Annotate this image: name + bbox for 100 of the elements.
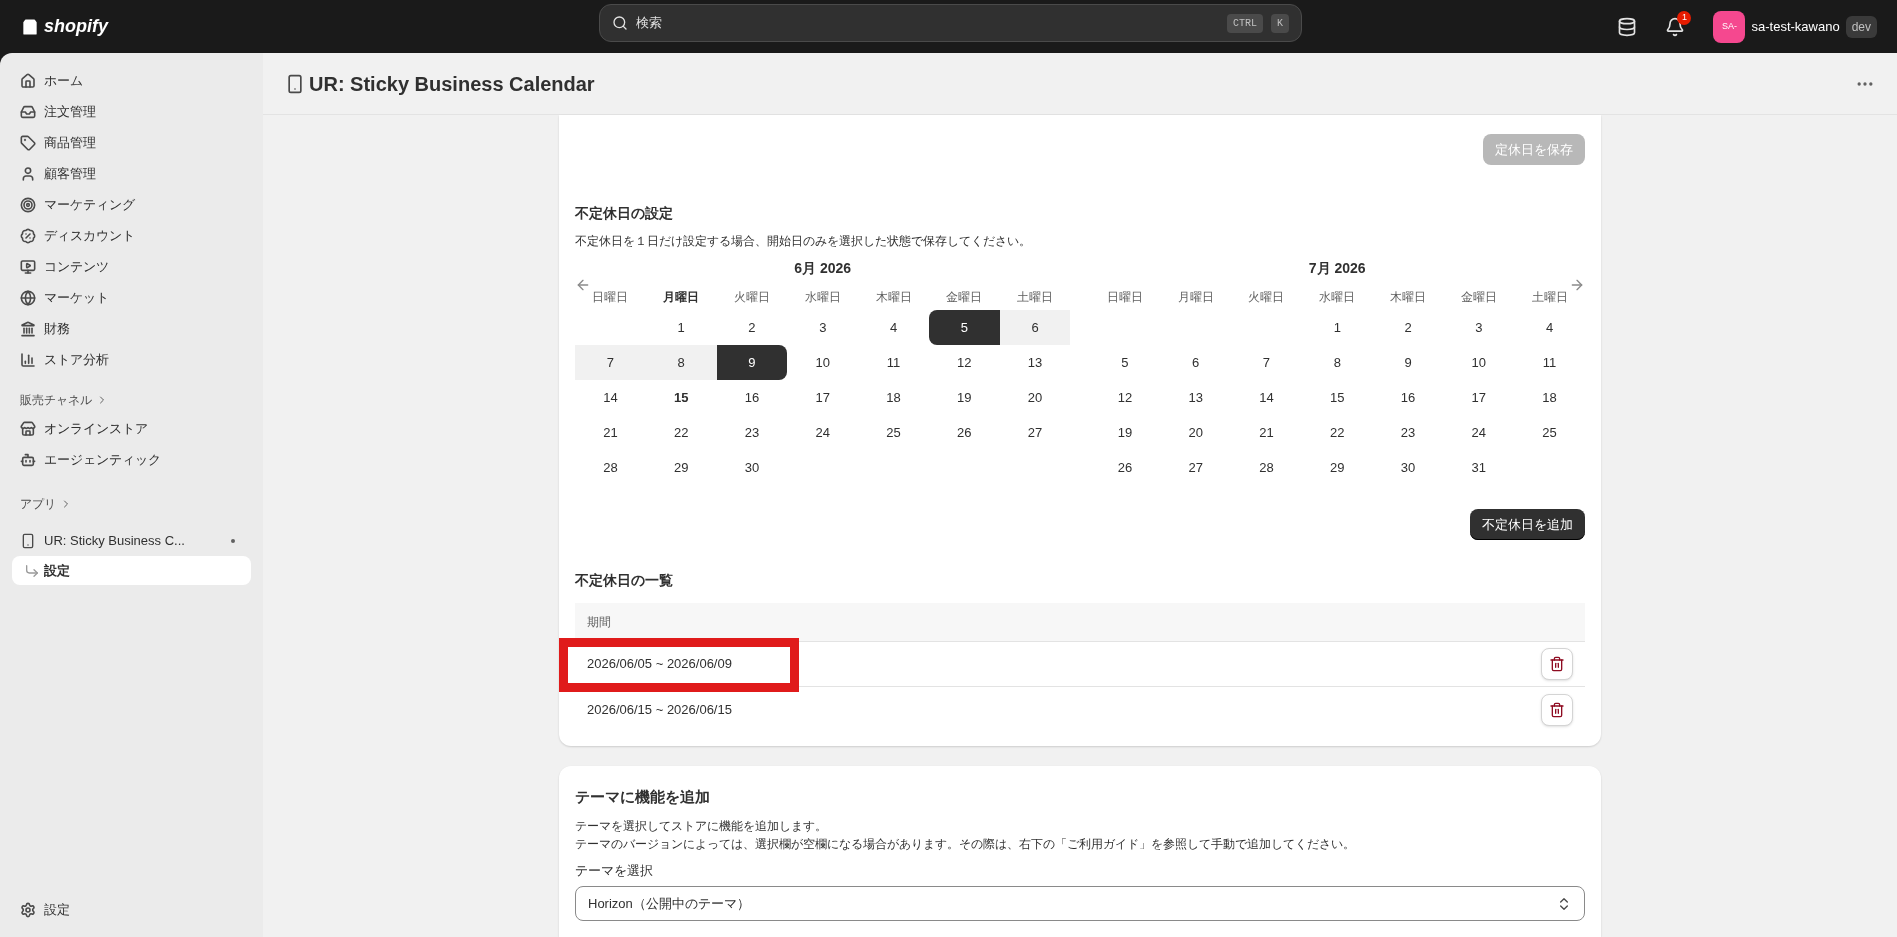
- sidebar-item[interactable]: オンラインストア: [12, 413, 251, 444]
- sidebar-item[interactable]: マーケット: [12, 282, 251, 313]
- calendar-day[interactable]: 14: [575, 380, 646, 415]
- calendar-day[interactable]: 3: [787, 310, 859, 345]
- sidebar-item[interactable]: 設定: [12, 894, 251, 925]
- calendar-day[interactable]: 18: [1514, 380, 1585, 415]
- calendar-day[interactable]: 2: [716, 310, 788, 345]
- calendar-day[interactable]: 20: [1160, 415, 1232, 450]
- calendar-day[interactable]: 9: [1372, 345, 1444, 380]
- delete-button[interactable]: [1541, 693, 1573, 726]
- sidebar-item[interactable]: ディスカウント: [12, 220, 251, 251]
- calendar-day[interactable]: 21: [575, 415, 646, 450]
- calendar-day[interactable]: 30: [716, 450, 788, 485]
- section-title[interactable]: 販売チャネル: [20, 391, 92, 409]
- trash-icon: [1549, 656, 1565, 672]
- sidebar-item[interactable]: 注文管理: [12, 96, 251, 127]
- calendar-day[interactable]: 31: [1443, 450, 1515, 485]
- weekday-label: 水曜日: [1319, 289, 1356, 306]
- calendar-day[interactable]: 27: [999, 415, 1071, 450]
- store-name[interactable]: sa-test-kawano: [1751, 16, 1840, 37]
- sidebar-item[interactable]: ストア分析: [12, 344, 251, 375]
- calendar-day[interactable]: 2: [1372, 310, 1444, 345]
- calendar-day[interactable]: 5: [1089, 345, 1161, 380]
- calendar-day[interactable]: 28: [1231, 450, 1302, 485]
- calendar-day[interactable]: 7: [1231, 345, 1302, 380]
- calendar-day[interactable]: 25: [1514, 415, 1585, 450]
- calendar-day[interactable]: 16: [716, 380, 788, 415]
- calendar-day[interactable]: 14: [1231, 380, 1302, 415]
- calendar-day[interactable]: 22: [1301, 415, 1373, 450]
- sidebar-item[interactable]: 顧客管理: [12, 158, 251, 189]
- home-icon: [20, 72, 36, 89]
- column-header: 期間: [587, 614, 611, 631]
- calendar-day[interactable]: 10: [1443, 345, 1515, 380]
- sidebar-item[interactable]: マーケティング: [12, 189, 251, 220]
- calendar-day[interactable]: 13: [1160, 380, 1232, 415]
- percent-badge-icon: [20, 227, 36, 244]
- shortcut-key: K: [1271, 13, 1289, 33]
- calendar-day[interactable]: 1: [1301, 310, 1373, 345]
- description: 不定休日を１日だけ設定する場合、開始日のみを選択した状態で保存してください。: [575, 233, 1032, 250]
- notification-bell-icon[interactable]: [1665, 16, 1686, 37]
- calendar-day[interactable]: 24: [787, 415, 859, 450]
- calendar-day[interactable]: 20: [999, 380, 1071, 415]
- calendar-day[interactable]: 6: [1160, 345, 1232, 380]
- calendar-day[interactable]: 23: [1372, 415, 1444, 450]
- weekday-label: 日曜日: [1106, 289, 1143, 306]
- logo-text[interactable]: shopify: [44, 13, 108, 40]
- sidebar-item[interactable]: エージェンティック: [12, 444, 251, 475]
- sidebar-item[interactable]: 商品管理: [12, 127, 251, 158]
- calendar-day[interactable]: 19: [928, 380, 1000, 415]
- add-holiday-button[interactable]: 不定休日を追加: [1470, 509, 1585, 540]
- calendar-day[interactable]: 16: [1372, 380, 1444, 415]
- calendar-day[interactable]: 17: [1443, 380, 1515, 415]
- description: テーマを選択してストアに機能を追加します。: [575, 817, 828, 835]
- calendar-day[interactable]: 13: [999, 345, 1071, 380]
- calendar-day[interactable]: 28: [575, 450, 646, 485]
- calendar-day[interactable]: 12: [928, 345, 1000, 380]
- sidebar-item[interactable]: UR: Sticky Business C...: [12, 525, 251, 556]
- calendar-day[interactable]: 8: [1301, 345, 1373, 380]
- calendar-day[interactable]: 21: [1231, 415, 1302, 450]
- sidebar-subitem[interactable]: 設定: [12, 556, 251, 585]
- calendar-day[interactable]: 17: [787, 380, 859, 415]
- section-title[interactable]: アプリ: [20, 495, 56, 513]
- calendar-day[interactable]: 11: [1514, 345, 1585, 380]
- calendar-day[interactable]: 30: [1372, 450, 1444, 485]
- calendar-day[interactable]: 27: [1160, 450, 1232, 485]
- calendar-day[interactable]: 25: [858, 415, 929, 450]
- delete-button[interactable]: [1541, 648, 1573, 680]
- theme-select[interactable]: Horizon（公開中のテーマ）: [575, 886, 1585, 921]
- sidebar-item[interactable]: 財務: [12, 313, 251, 344]
- search-field[interactable]: 検索 CTRL K: [599, 4, 1302, 42]
- calendar-day[interactable]: 12: [1089, 380, 1161, 415]
- calendar-day[interactable]: 4: [858, 310, 929, 345]
- calendar-day[interactable]: 5: [928, 310, 1000, 345]
- weekday-label: 金曜日: [1460, 289, 1497, 306]
- calendar-day[interactable]: 6: [999, 310, 1071, 345]
- calendar-day[interactable]: 3: [1443, 310, 1515, 345]
- sidebar-item[interactable]: コンテンツ: [12, 251, 251, 282]
- calendar-day[interactable]: 10: [787, 345, 859, 380]
- calendar-day[interactable]: 26: [928, 415, 1000, 450]
- calendar-day[interactable]: 24: [1443, 415, 1515, 450]
- calendar-day[interactable]: 23: [716, 415, 788, 450]
- notification-count: 1: [1677, 10, 1692, 25]
- calendar-day[interactable]: 7: [575, 345, 646, 380]
- calendar-day[interactable]: 8: [645, 345, 717, 380]
- calendar-day[interactable]: 18: [858, 380, 929, 415]
- calendar-day[interactable]: 4: [1514, 310, 1585, 345]
- calendar-day[interactable]: 29: [1301, 450, 1373, 485]
- calendar-day[interactable]: 22: [645, 415, 717, 450]
- calendar-day[interactable]: 19: [1089, 415, 1161, 450]
- next-arrow-icon[interactable]: [1569, 277, 1585, 293]
- calendar-day[interactable]: 15: [1301, 380, 1373, 415]
- calendar-day[interactable]: 15: [645, 380, 717, 415]
- database-icon[interactable]: [1617, 16, 1638, 37]
- calendar-day[interactable]: 1: [645, 310, 717, 345]
- calendar-day[interactable]: 11: [858, 345, 929, 380]
- calendar-day[interactable]: 9: [716, 345, 788, 380]
- calendar-day[interactable]: 29: [645, 450, 717, 485]
- sidebar-item[interactable]: ホーム: [12, 65, 251, 96]
- calendar-day[interactable]: 26: [1089, 450, 1161, 485]
- trash-icon: [1549, 701, 1565, 718]
